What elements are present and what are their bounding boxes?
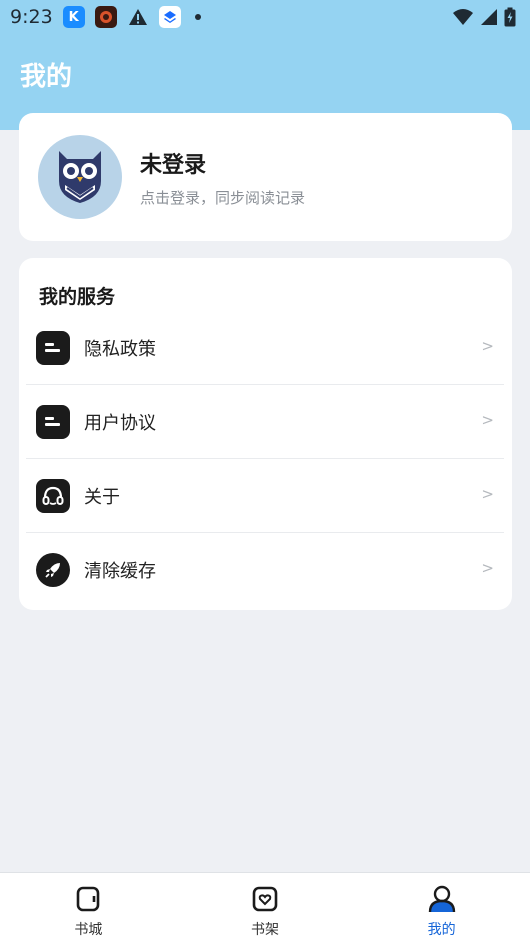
rocket-icon	[36, 553, 70, 587]
notification-dot	[194, 14, 201, 20]
profile-name[interactable]: 未登录	[140, 147, 305, 179]
profile-icon	[428, 885, 455, 913]
chevron-right-icon: >	[481, 559, 494, 577]
services-card: 我的服务 隐私政策 > 用户协议 > 关于 > 清除缓存 >	[19, 258, 512, 610]
owl-avatar-icon	[59, 151, 101, 203]
page-title: 我的	[20, 62, 73, 92]
status-time: 9:23	[10, 6, 53, 28]
service-label: 隐私政策	[84, 338, 156, 360]
status-app-icons: K	[62, 6, 201, 28]
services-title: 我的服务	[39, 286, 116, 308]
nav-label: 我的	[427, 922, 456, 938]
document-icon	[36, 404, 70, 439]
book-store-icon	[77, 886, 100, 912]
service-item-clear-cache[interactable]: 清除缓存 >	[26, 533, 504, 607]
wifi-icon	[453, 9, 473, 25]
service-label: 用户协议	[84, 412, 156, 434]
chevron-right-icon: >	[481, 485, 494, 503]
profile-card[interactable]: 未登录 点击登录，同步阅读记录	[19, 113, 512, 241]
login-hint: 点击登录，同步阅读记录	[140, 188, 306, 207]
service-item-user-agreement[interactable]: 用户协议 >	[26, 385, 504, 459]
status-bar: 9:23 K	[0, 0, 530, 34]
status-indicators	[452, 7, 516, 27]
service-item-privacy-policy[interactable]: 隐私政策 >	[26, 311, 504, 385]
screen: 9:23 K 我的 未登录 点击登录，同步阅读记录 我的服务 隐私政策 > 用户…	[0, 0, 530, 946]
service-label: 清除缓存	[84, 561, 156, 582]
nav-label: 书架	[251, 922, 279, 938]
bottom-nav: 书城 书架 我的	[0, 872, 530, 946]
service-item-about[interactable]: 关于 >	[26, 459, 504, 533]
nav-label: 书城	[74, 922, 103, 938]
service-label: 关于	[84, 486, 120, 508]
document-icon	[36, 330, 70, 365]
avatar[interactable]	[38, 135, 122, 219]
bookshelf-heart-icon	[252, 886, 278, 912]
nav-tab-bookstore[interactable]: 书城	[0, 873, 177, 946]
chevron-right-icon: >	[481, 337, 494, 355]
headset-icon	[36, 478, 70, 513]
k-app-icon: K	[62, 6, 85, 28]
battery-icon	[504, 7, 516, 27]
warning-icon	[127, 6, 149, 28]
profile-text: 未登录 点击登录，同步阅读记录	[140, 147, 305, 208]
chevron-right-icon: >	[481, 411, 494, 429]
red-app-icon	[94, 6, 117, 28]
nav-tab-bookshelf[interactable]: 书架	[177, 873, 354, 946]
layers-app-icon	[158, 6, 181, 28]
signal-icon	[481, 9, 497, 25]
nav-tab-mine[interactable]: 我的	[353, 873, 530, 946]
